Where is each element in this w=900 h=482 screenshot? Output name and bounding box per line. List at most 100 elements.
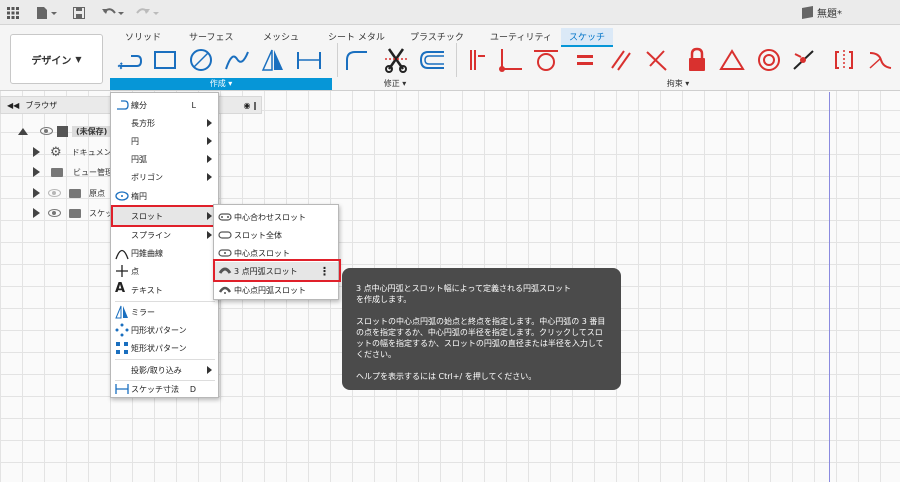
midpoint-constraint-icon[interactable] <box>790 46 818 74</box>
triangle-constraint-icon[interactable] <box>718 46 746 74</box>
horizontal-vertical-constraint-icon[interactable] <box>463 46 491 74</box>
grid-menu-icon[interactable] <box>4 3 22 22</box>
menu-item-label: 中心点スロット <box>234 248 290 258</box>
tab-solid[interactable]: ソリッド <box>117 28 169 45</box>
undo-icon[interactable] <box>99 3 127 22</box>
menu-item-polygon[interactable]: ポリゴン <box>111 168 218 186</box>
rectangle-tool-icon[interactable] <box>151 46 179 74</box>
menu-item-conic-curve[interactable]: 円錐曲線 <box>111 244 218 262</box>
tree-item-document-settings[interactable]: ⚙ ドキュメン <box>33 144 112 160</box>
concentric-constraint-icon[interactable] <box>755 46 783 74</box>
menu-item-label: テキスト <box>131 285 163 295</box>
menu-item-label: 円形状パターン <box>131 325 187 335</box>
gear-icon: ⚙ <box>50 144 62 160</box>
tree-root-item[interactable]: (未保存) <box>18 123 112 139</box>
menu-item-point[interactable]: 点 <box>111 262 218 280</box>
expand-triangle-icon[interactable] <box>33 147 40 157</box>
submenu-item-center-to-center-slot[interactable]: 中心合わせスロット <box>214 208 338 226</box>
menu-item-rectangle[interactable]: 長方形 <box>111 114 218 132</box>
save-icon[interactable] <box>70 3 88 22</box>
tab-utility[interactable]: ユーティリティ <box>482 28 560 45</box>
expand-triangle-icon[interactable] <box>18 127 28 135</box>
document-cube-icon <box>802 6 813 19</box>
tab-mesh[interactable]: メッシュ <box>255 28 307 45</box>
redo-icon[interactable] <box>134 3 162 22</box>
menu-item-project-include[interactable]: 投影/取り込み <box>111 361 218 379</box>
menu-item-sketch-dimension[interactable]: スケッチ寸法 D <box>111 380 218 398</box>
tooltip-summary-line1: 3 点中心円弧とスロット幅によって定義される円弧スロット <box>356 284 571 293</box>
create-dropdown-menu: 線分 L 長方形 円 円弧 ポリゴン 楕円 スロット スプライン 円錐曲線 点 … <box>110 92 219 398</box>
mirror-icon <box>115 305 128 319</box>
tooltip-instructions: スロットの中心点円弧の始点と終点を指定します。中心円弧の 3 番目の点を指定する… <box>356 317 606 359</box>
mirror-tool-icon[interactable] <box>259 46 287 74</box>
overall-slot-icon <box>218 231 232 239</box>
expand-triangle-icon[interactable] <box>33 188 40 198</box>
line-tool-icon[interactable] <box>116 46 144 74</box>
tab-sketch[interactable]: スケッチ <box>561 28 614 47</box>
submenu-item-center-point-arc-slot[interactable]: 中心点円弧スロット <box>214 281 338 299</box>
menu-item-text[interactable]: A テキスト <box>111 281 218 299</box>
workspace-switcher-button[interactable]: デザイン ▼ <box>10 34 103 84</box>
circular-pattern-icon <box>115 323 129 337</box>
tree-item-label: ドキュメン <box>71 147 112 157</box>
create-group-dropdown[interactable]: 作成 ▾ <box>110 78 332 90</box>
slot-icon <box>218 213 232 221</box>
equal-constraint-icon[interactable] <box>571 46 599 74</box>
menu-item-circular-pattern[interactable]: 円形状パターン <box>111 321 218 339</box>
menu-item-line[interactable]: 線分 L <box>111 96 218 114</box>
menu-item-label: 円錐曲線 <box>131 248 163 258</box>
menu-item-circle[interactable]: 円 <box>111 132 218 150</box>
menu-item-label: 円 <box>131 136 139 146</box>
tab-sheet-metal[interactable]: シート メタル <box>320 28 393 45</box>
tab-plastic[interactable]: プラスチック <box>402 28 472 45</box>
hidden-eye-icon[interactable] <box>48 189 61 197</box>
parallel-constraint-icon[interactable] <box>607 46 635 74</box>
submenu-item-overall-slot[interactable]: スロット全体 <box>214 226 338 244</box>
tree-item-origin[interactable]: 原点 <box>33 185 105 201</box>
menu-item-mirror[interactable]: ミラー <box>111 303 218 321</box>
circle-tool-icon[interactable] <box>187 46 215 74</box>
document-title-text: 無題* <box>817 9 842 20</box>
constraints-group-dropdown[interactable]: 拘束 ▾ <box>458 78 898 90</box>
collapse-panel-icon[interactable]: ◀◀ <box>7 101 19 110</box>
menu-item-label: 矩形状パターン <box>131 343 187 353</box>
menu-item-label: スロット全体 <box>234 230 282 240</box>
tree-item-sketches[interactable]: スケッ <box>33 205 113 221</box>
panel-pin-icon[interactable]: ◉ ‖ <box>243 101 257 110</box>
slot-submenu: 中心合わせスロット スロット全体 中心点スロット 3 点円弧スロット ⋮ 中心点… <box>213 204 341 300</box>
offset-tool-icon[interactable] <box>418 46 446 74</box>
file-menu-icon[interactable] <box>34 3 60 22</box>
menu-item-label: 線分 <box>131 100 147 110</box>
workspace-label: デザイン <box>31 55 72 67</box>
sketch-dimension-icon[interactable] <box>295 46 323 74</box>
folder-icon <box>51 167 63 177</box>
tooltip-help-hint: ヘルプを表示するには Ctrl+/ を押してください。 <box>356 372 537 381</box>
tree-item-named-views[interactable]: ビュー管理 <box>33 164 113 180</box>
fillet-tool-icon[interactable] <box>342 46 370 74</box>
tangent-constraint-icon[interactable] <box>532 46 560 74</box>
fix-lock-icon[interactable] <box>683 46 711 74</box>
spline-tool-icon[interactable] <box>223 46 251 74</box>
slot-highlight-frame <box>111 205 215 227</box>
menu-item-label: 点 <box>131 266 139 276</box>
perpendicular-constraint-icon[interactable] <box>643 46 671 74</box>
ribbon-toolbar: デザイン ▼ ソリッド サーフェス メッシュ シート メタル プラスチック ユー… <box>0 25 900 91</box>
expand-triangle-icon[interactable] <box>33 208 40 218</box>
visibility-eye-icon[interactable] <box>40 127 53 135</box>
tab-surface[interactable]: サーフェス <box>181 28 241 45</box>
menu-item-spline[interactable]: スプライン <box>111 226 218 244</box>
menu-item-arc[interactable]: 円弧 <box>111 150 218 168</box>
trim-tool-icon[interactable] <box>382 46 410 74</box>
shortcut-label: D <box>189 384 196 394</box>
symmetry-constraint-icon[interactable] <box>830 46 858 74</box>
menu-item-rectangular-pattern[interactable]: 矩形状パターン <box>111 339 218 357</box>
tree-item-label: ビュー管理 <box>73 167 113 177</box>
coincident-constraint-icon[interactable] <box>497 46 525 74</box>
menu-item-ellipse[interactable]: 楕円 <box>111 187 218 205</box>
curvature-constraint-icon[interactable] <box>866 46 894 74</box>
visibility-eye-icon[interactable] <box>48 209 61 217</box>
expand-triangle-icon[interactable] <box>33 167 40 177</box>
modify-group-dropdown[interactable]: 修正 ▾ <box>338 78 452 90</box>
point-icon <box>116 265 128 277</box>
menu-item-label: 円弧 <box>131 154 147 164</box>
